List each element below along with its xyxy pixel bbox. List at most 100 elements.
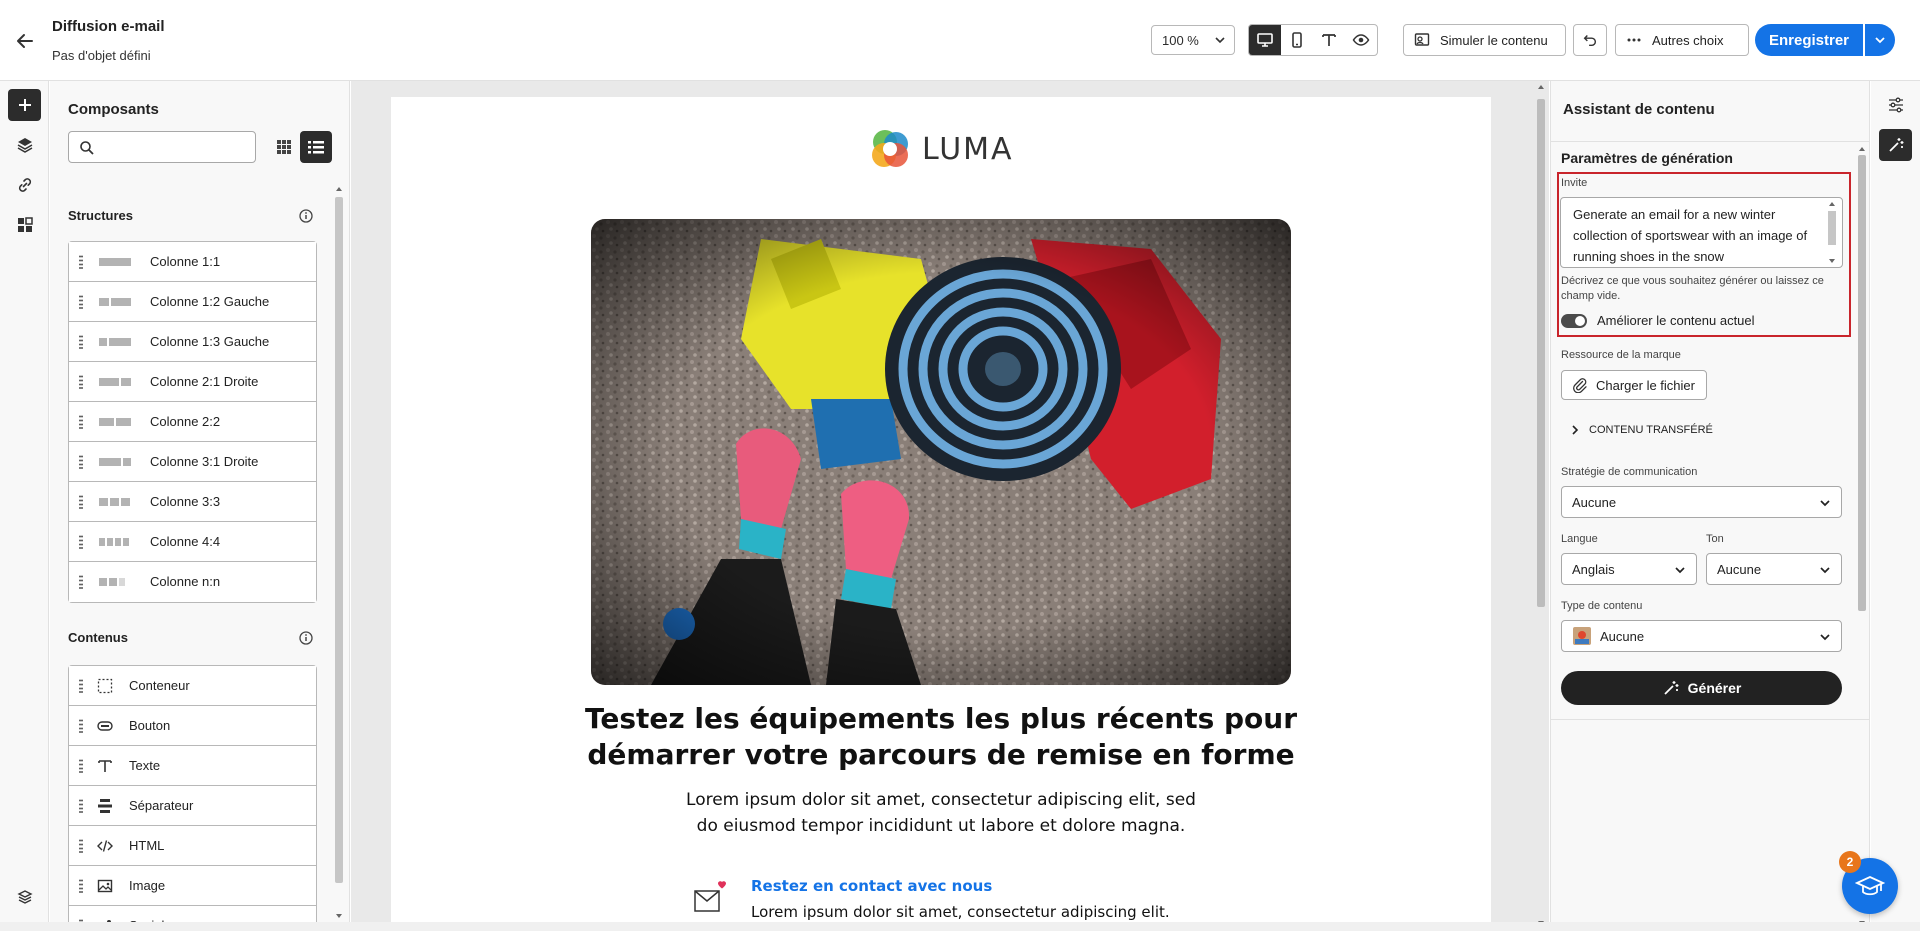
content-item[interactable]: Image <box>69 866 316 906</box>
structure-item[interactable]: Colonne 1:2 Gauche <box>69 282 316 322</box>
content-type-value: Aucune <box>1600 629 1645 644</box>
paperclip-icon <box>1573 378 1587 393</box>
drag-handle-icon <box>79 839 83 853</box>
list-view-toggle[interactable] <box>300 131 332 163</box>
simulate-content-button[interactable]: Simuler le contenu <box>1403 24 1566 56</box>
structure-item[interactable]: Colonne 3:3 <box>69 482 316 522</box>
structure-item[interactable]: Colonne 1:1 <box>69 242 316 282</box>
preview-button[interactable] <box>1345 25 1377 55</box>
drag-handle-icon <box>79 799 83 813</box>
content-item[interactable]: Texte <box>69 746 316 786</box>
body-line-2: do eiusmod tempor incididunt ut labore e… <box>696 816 1186 836</box>
scrollbar-thumb[interactable] <box>1828 211 1836 245</box>
more-options-button[interactable]: Autres choix <box>1615 24 1749 56</box>
content-item[interactable]: HTML <box>69 826 316 866</box>
links-button[interactable] <box>8 169 41 201</box>
info-icon[interactable] <box>298 630 314 646</box>
content-type-dropdown[interactable]: Aucune <box>1561 620 1842 652</box>
hero-photo <box>591 219 1291 685</box>
content-label: Texte <box>129 758 161 773</box>
structure-thumbnail <box>99 338 131 346</box>
notification-badge: 2 <box>1839 851 1861 873</box>
scrollbar-thumb[interactable] <box>1858 155 1866 611</box>
fragments-button[interactable] <box>8 209 41 241</box>
content-item[interactable]: Conteneur <box>69 666 316 706</box>
chevron-down-icon <box>1675 567 1685 574</box>
mobile-icon <box>1292 32 1302 48</box>
contact-text: Lorem ipsum dolor sit amet, consectetur … <box>751 903 1170 921</box>
structure-thumbnail <box>99 418 131 426</box>
strategy-dropdown[interactable]: Aucune <box>1561 486 1842 518</box>
email-headline[interactable]: Testez les équipements les plus récents … <box>491 701 1391 773</box>
headline-line-2: démarrer votre parcours de remise en for… <box>587 738 1295 771</box>
layers-icon <box>17 138 32 153</box>
structure-item[interactable]: Colonne 2:1 Droite <box>69 362 316 402</box>
prompt-textarea[interactable]: Generate an email for a new winter colle… <box>1560 197 1843 268</box>
fragments-icon <box>17 217 33 232</box>
scroll-up-icon <box>1538 85 1544 89</box>
right-rail <box>1871 81 1920 931</box>
prompt-scrollbar[interactable] <box>1825 199 1839 266</box>
language-dropdown[interactable]: Anglais <box>1561 553 1697 585</box>
scrollbar-thumb[interactable] <box>1537 99 1545 607</box>
structure-label: Colonne 3:3 <box>150 494 221 509</box>
structure-item[interactable]: Colonne 2:2 <box>69 402 316 442</box>
contact-title[interactable]: Restez en contact avec nous <box>751 877 992 895</box>
chevron-down-icon <box>1214 34 1226 46</box>
tone-dropdown[interactable]: Aucune <box>1706 553 1842 585</box>
drag-handle-icon <box>79 375 83 389</box>
save-button[interactable]: Enregistrer <box>1755 24 1863 56</box>
structure-item[interactable]: Colonne 4:4 <box>69 522 316 562</box>
scrollbar-thumb[interactable] <box>335 197 343 883</box>
content-label: Conteneur <box>129 678 190 693</box>
email-body[interactable]: LUMA Testez les équipements les plus réc… <box>391 97 1491 931</box>
rail-bottom-layers-button[interactable] <box>8 881 41 913</box>
hero-image[interactable] <box>591 219 1291 685</box>
search-input[interactable] <box>101 136 251 160</box>
text-icon <box>1322 34 1336 46</box>
assistant-title: Assistant de contenu <box>1563 101 1715 118</box>
generate-button[interactable]: Générer <box>1561 671 1842 705</box>
upload-label: Charger le fichier <box>1596 377 1695 393</box>
content-assistant-button[interactable] <box>1879 129 1912 161</box>
improve-content-toggle[interactable] <box>1561 314 1587 328</box>
content-item[interactable]: Séparateur <box>69 786 316 826</box>
settings-button[interactable] <box>1879 89 1912 121</box>
drag-handle-icon <box>79 495 83 509</box>
zoom-select[interactable]: 100 % <box>1151 25 1235 55</box>
save-dropdown-button[interactable] <box>1865 24 1895 56</box>
structure-item[interactable]: Colonne 1:3 Gauche <box>69 322 316 362</box>
desktop-view-button[interactable] <box>1249 25 1281 55</box>
back-arrow-icon[interactable] <box>12 28 38 54</box>
content-item[interactable]: Bouton <box>69 706 316 746</box>
upload-file-button[interactable]: Charger le fichier <box>1561 370 1707 400</box>
canvas-scrollbar[interactable] <box>1534 81 1548 931</box>
sliders-icon <box>1888 97 1903 113</box>
text-view-button[interactable] <box>1313 25 1345 55</box>
structure-item[interactable]: Colonne 3:1 Droite <box>69 442 316 482</box>
components-search <box>68 131 256 163</box>
generate-label: Générer <box>1687 680 1742 696</box>
drag-handle-icon <box>79 575 83 589</box>
structure-thumbnail <box>99 578 131 586</box>
drag-handle-icon <box>79 679 83 693</box>
luma-logo[interactable]: LUMA <box>868 127 1014 171</box>
components-scrollbar[interactable] <box>334 185 344 920</box>
structure-thumbnail <box>99 458 131 466</box>
structure-label: Colonne 1:1 <box>150 254 221 269</box>
layers-button[interactable] <box>8 129 41 161</box>
tone-label: Ton <box>1706 533 1724 545</box>
undo-button[interactable] <box>1573 24 1607 56</box>
more-options-label: Autres choix <box>1652 32 1724 48</box>
content-label: Image <box>129 878 166 893</box>
mobile-view-button[interactable] <box>1281 25 1313 55</box>
grid-view-toggle[interactable] <box>268 131 300 163</box>
add-components-button[interactable] <box>8 89 41 121</box>
transferred-content-accordion[interactable]: CONTENU TRANSFÉRÉ <box>1571 424 1713 436</box>
components-panel: Composants Structures Colonne 1:1 Colonn… <box>50 81 350 931</box>
structure-item[interactable]: Colonne n:n <box>69 562 316 602</box>
email-body-text[interactable]: Lorem ipsum dolor sit amet, consectetur … <box>591 787 1291 839</box>
assistant-scrollbar[interactable] <box>1855 143 1869 931</box>
magic-wand-icon <box>1664 681 1679 695</box>
info-icon[interactable] <box>298 208 314 224</box>
